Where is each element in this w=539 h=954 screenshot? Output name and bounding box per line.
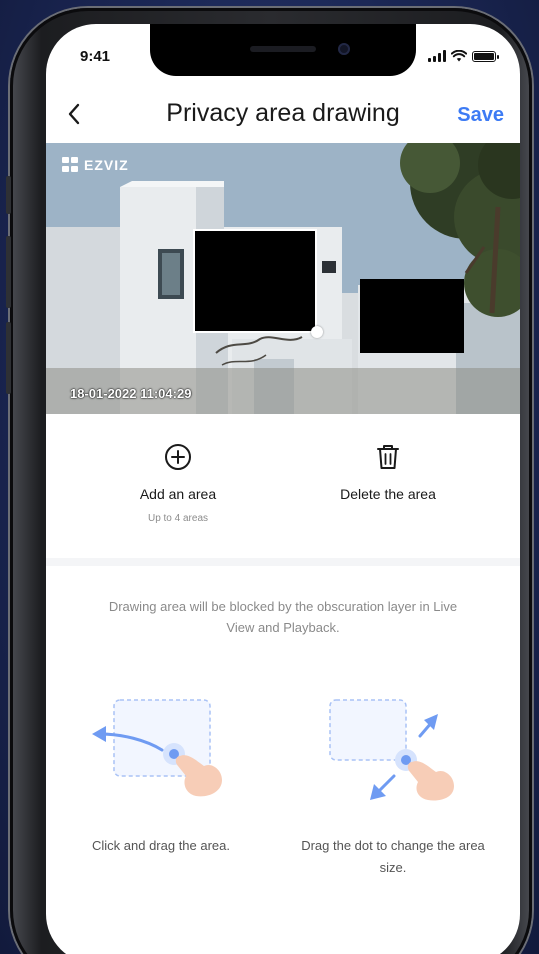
area-actions: Add an area Up to 4 areas Delete the are… [46, 436, 520, 556]
signal-icon [428, 50, 446, 62]
save-button[interactable]: Save [457, 104, 504, 127]
add-area-label: Add an area [139, 486, 217, 502]
privacy-area-selected[interactable] [193, 229, 317, 333]
delete-area-label: Delete the area [340, 486, 436, 502]
wifi-icon [451, 50, 467, 62]
plus-circle-icon [165, 444, 191, 470]
battery-icon [472, 50, 499, 62]
page-title: Privacy area drawing [166, 99, 400, 127]
phone-screen: 9:41 Privacy area drawing Save EZVIZ 18-… [46, 24, 520, 954]
delete-area-button[interactable]: Delete the area [278, 436, 498, 502]
drag-area-caption: Click and drag the area. [91, 838, 231, 853]
front-camera [338, 43, 350, 55]
brand-label: EZVIZ [84, 157, 129, 173]
trash-icon [377, 445, 399, 469]
drag-area-illustration [92, 699, 222, 797]
phone-side-button [6, 322, 11, 394]
resize-area-illustration [329, 699, 454, 801]
resize-handle[interactable] [311, 326, 323, 338]
notch [150, 24, 416, 76]
speaker-grille [250, 46, 316, 52]
camera-preview[interactable]: EZVIZ 18-01-2022 11:04:29 [46, 143, 520, 414]
nav-bar: Privacy area drawing Save [46, 90, 520, 138]
camera-timestamp: 18-01-2022 11:04:29 [70, 386, 192, 401]
obscuration-hint: Drawing area will be blocked by the obsc… [108, 599, 458, 635]
resize-area-caption: Drag the dot to change the area size. [301, 838, 485, 875]
camera-brand: EZVIZ [62, 157, 129, 173]
add-area-button[interactable]: Add an area Up to 4 areas [68, 436, 288, 524]
ezviz-logo-icon [62, 157, 78, 172]
phone-side-button [6, 236, 11, 308]
status-time: 9:41 [80, 48, 111, 65]
privacy-area[interactable] [360, 279, 464, 353]
status-icons [428, 50, 499, 62]
section-divider [46, 558, 520, 566]
add-area-sublabel: Up to 4 areas [147, 513, 209, 524]
phone-side-button [6, 176, 11, 214]
